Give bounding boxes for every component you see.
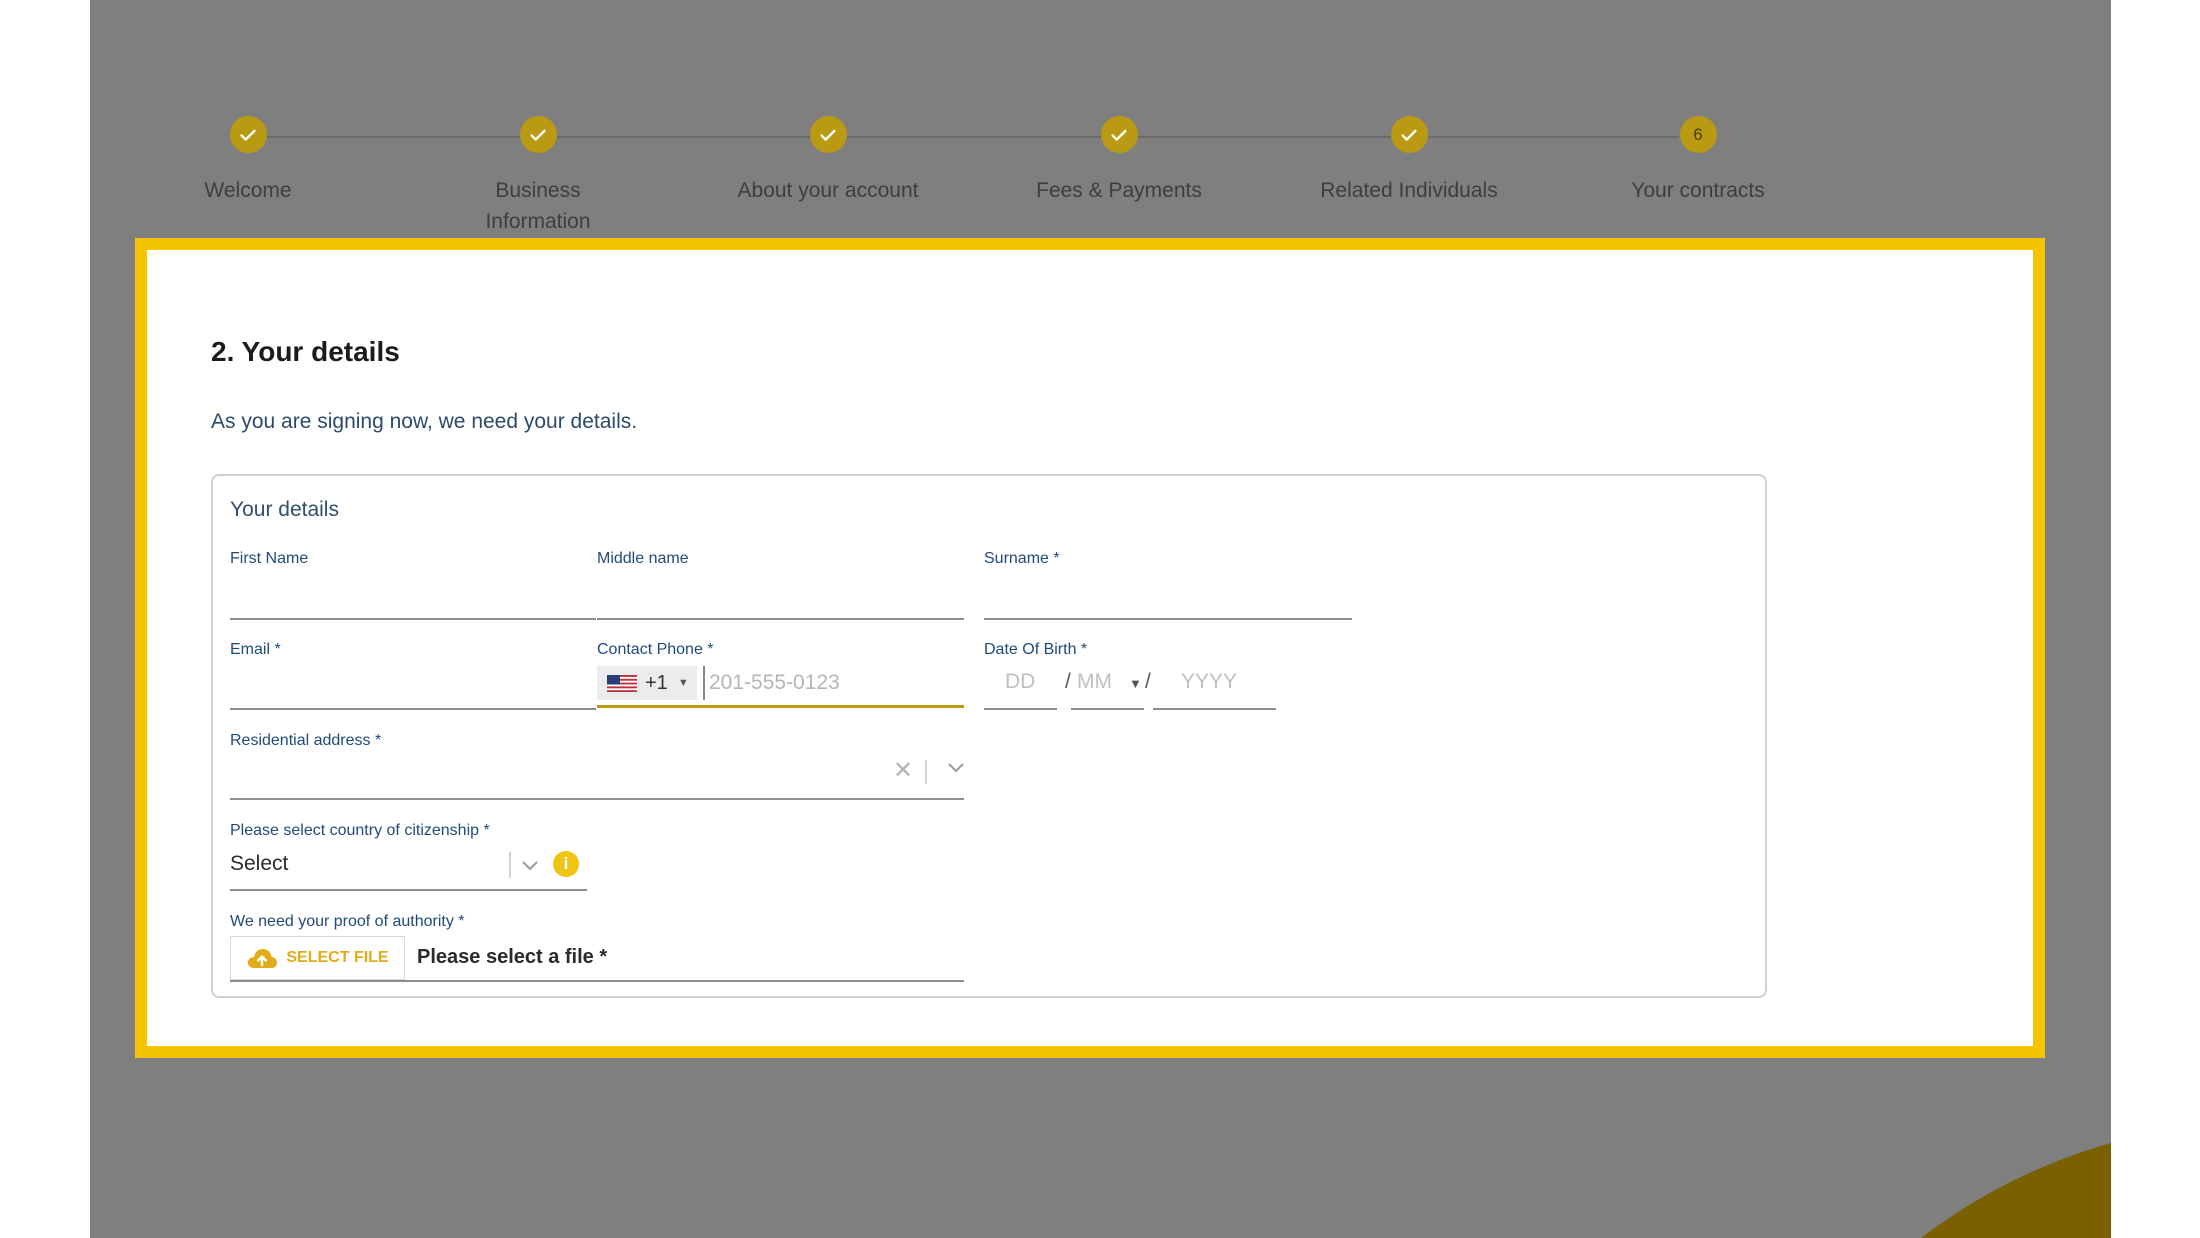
step-complete-badge [229, 116, 267, 153]
check-icon [820, 129, 836, 141]
contact-phone-input[interactable] [703, 666, 953, 700]
your-details-form: Your details First Name Middle name Surn… [211, 474, 1767, 998]
check-icon [530, 129, 546, 141]
dob-day-input[interactable]: DD [1005, 670, 1035, 694]
email-label: Email * [230, 641, 281, 658]
decorative-corner-shape [1921, 1143, 2111, 1238]
chevron-down-icon[interactable] [521, 860, 539, 872]
step-fees-payments[interactable]: Fees & Payments [999, 116, 1239, 206]
chevron-down-icon[interactable] [947, 762, 965, 774]
date-of-birth-label: Date Of Birth * [984, 641, 1088, 658]
step-label: Your contracts [1631, 179, 1765, 202]
info-icon[interactable]: i [553, 851, 579, 877]
screen: Welcome Business Information About your … [0, 0, 2200, 1238]
country-code-value: +1 [645, 671, 668, 694]
step-complete-badge [809, 116, 847, 153]
step-about-your-account[interactable]: About your account [708, 116, 948, 206]
section-subtitle: As you are signing now, we need your det… [211, 410, 638, 433]
residential-address-label: Residential address * [230, 732, 382, 749]
dob-month-select[interactable]: MM [1077, 670, 1112, 694]
dob-year-input[interactable]: YYYY [1181, 670, 1237, 694]
step-label: Related Individuals [1320, 179, 1498, 202]
residential-address-field[interactable] [230, 798, 964, 800]
middle-name-label: Middle name [597, 550, 689, 567]
step-welcome[interactable]: Welcome [128, 116, 368, 206]
separator [509, 852, 511, 878]
first-name-label: First Name [230, 550, 309, 567]
citizenship-underline [230, 889, 587, 891]
select-file-button[interactable]: SELECT FILE [230, 936, 405, 980]
caret-down-icon: ▼ [677, 677, 689, 689]
section-title: 2. Your details [211, 336, 400, 367]
dob-day-underline [984, 708, 1057, 710]
contact-phone-label: Contact Phone * [597, 641, 714, 658]
dob-month-underline [1071, 708, 1144, 710]
caret-down-icon: ▼ [1129, 676, 1142, 691]
step-your-contracts[interactable]: 6 Your contracts [1578, 116, 1818, 206]
check-icon [1111, 129, 1127, 141]
step-related-individuals[interactable]: Related Individuals [1289, 116, 1529, 206]
citizenship-label: Please select country of citizenship * [230, 822, 490, 839]
close-icon[interactable]: ✕ [893, 756, 913, 785]
step-label: Welcome [204, 179, 292, 202]
dob-separator: / [1145, 670, 1151, 693]
file-status-text: Please select a file * [417, 946, 608, 968]
select-file-label: SELECT FILE [286, 949, 389, 966]
check-icon [1401, 129, 1417, 141]
step-label: Fees & Payments [1036, 179, 1202, 202]
email-field[interactable] [230, 708, 596, 710]
middle-name-field[interactable] [597, 618, 964, 620]
surname-label: Surname * [984, 550, 1060, 567]
step-number-badge: 6 [1679, 116, 1717, 153]
country-code-select[interactable]: +1 ▼ [597, 666, 697, 700]
separator [925, 760, 927, 784]
surname-field[interactable] [984, 618, 1352, 620]
step-complete-badge [1390, 116, 1428, 153]
proof-of-authority-underline [230, 980, 964, 982]
highlighted-details-card: 2. Your details As you are signing now, … [135, 238, 2045, 1058]
step-complete-badge [519, 116, 557, 153]
proof-of-authority-label: We need your proof of authority * [230, 913, 465, 930]
step-complete-badge [1100, 116, 1138, 153]
step-label: About your account [737, 179, 919, 202]
step-label: Business Information [485, 179, 591, 233]
form-title: Your details [230, 498, 339, 521]
us-flag-icon [607, 674, 637, 692]
check-icon [240, 129, 256, 141]
dob-separator: / [1065, 670, 1071, 693]
contact-phone-underline [597, 705, 964, 708]
first-name-field[interactable] [230, 618, 596, 620]
citizenship-select[interactable]: Select [230, 852, 288, 876]
step-business-information[interactable]: Business Information [418, 116, 658, 237]
cloud-upload-icon [248, 949, 278, 968]
dob-year-underline [1153, 708, 1276, 710]
